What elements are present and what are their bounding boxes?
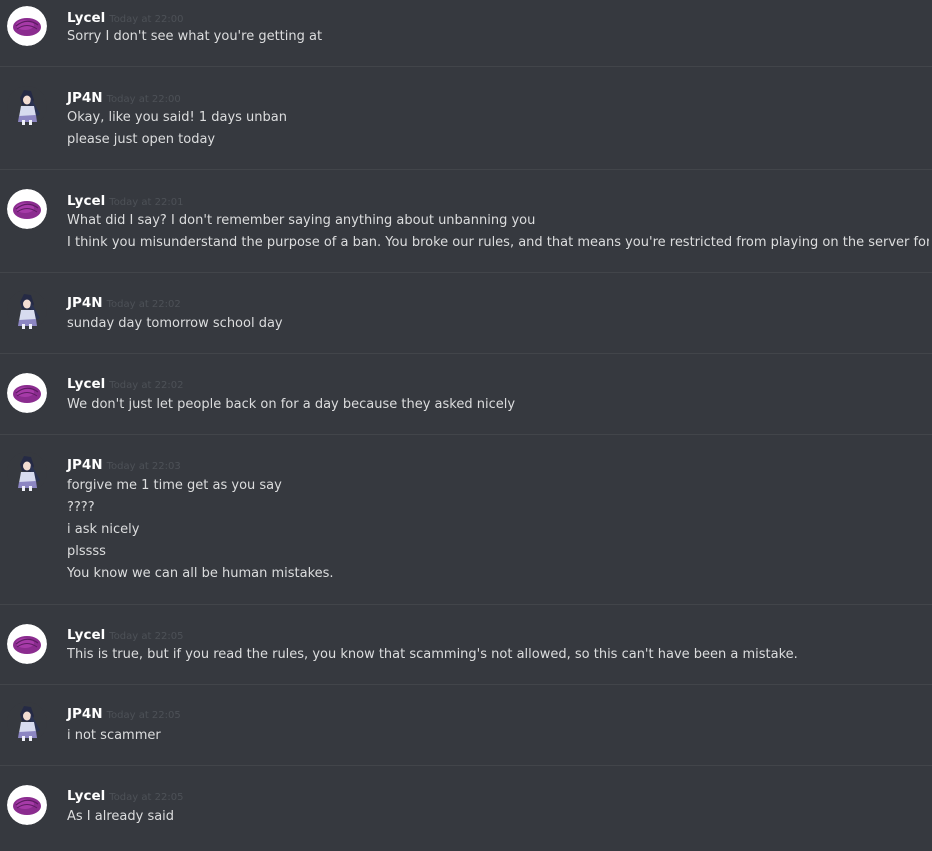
message-divider — [0, 272, 932, 273]
author-name[interactable]: Lycel — [67, 10, 105, 26]
message-content: This is true, but if you read the rules,… — [67, 644, 929, 666]
message-divider — [0, 169, 932, 170]
timestamp: Today at 22:02 — [106, 299, 181, 310]
message-line: forgive me 1 time get as you say — [67, 478, 282, 493]
timestamp: Today at 22:05 — [106, 710, 181, 721]
author-name[interactable]: Lycel — [67, 627, 105, 643]
author-name[interactable]: JP4N — [67, 295, 103, 311]
message-content: Okay, like you said! 1 days unban please… — [67, 107, 929, 151]
jp4n-avatar[interactable] — [7, 86, 47, 126]
timestamp: Today at 22:03 — [106, 461, 181, 472]
lycel-avatar[interactable] — [7, 373, 47, 413]
timestamp: Today at 22:00 — [109, 14, 184, 25]
message-line: We don't just let people back on for a d… — [67, 397, 516, 412]
author-name[interactable]: JP4N — [67, 457, 103, 473]
message-line: ???? — [67, 500, 95, 515]
message-content: forgive me 1 time get as you say ???? i … — [67, 475, 929, 585]
message-line: i ask nicely — [67, 522, 140, 537]
timestamp: Today at 22:01 — [109, 197, 184, 208]
jp4n-avatar[interactable] — [7, 452, 47, 492]
timestamp: Today at 22:05 — [109, 792, 184, 803]
message-divider — [0, 66, 932, 67]
lycel-avatar[interactable] — [7, 189, 47, 229]
message-line: i not scammer — [67, 728, 161, 743]
jp4n-avatar[interactable] — [7, 290, 47, 330]
author-name[interactable]: Lycel — [67, 193, 105, 209]
chat-log: Lycel Today at 22:00 Sorry I don't see wh… — [0, 0, 932, 851]
jp4n-avatar[interactable] — [7, 702, 47, 742]
message-divider — [0, 684, 932, 685]
message-line: sunday day tomorrow school day — [67, 316, 283, 331]
message-line: plssss — [67, 544, 106, 559]
timestamp: Today at 22:05 — [109, 631, 184, 642]
message-line: As I already said — [67, 809, 175, 824]
lycel-avatar[interactable] — [7, 785, 47, 825]
message-divider — [0, 353, 932, 354]
message-content: sunday day tomorrow school day — [67, 313, 929, 335]
message-line: I think you misunderstand the purpose of… — [67, 235, 929, 250]
message-content: As I already said — [67, 806, 929, 828]
author-name[interactable]: JP4N — [67, 706, 103, 722]
message-content: We don't just let people back on for a d… — [67, 394, 929, 416]
message-content: i not scammer — [67, 725, 929, 747]
message-divider — [0, 765, 932, 766]
author-name[interactable]: Lycel — [67, 788, 105, 804]
message-line: please just open today — [67, 132, 216, 147]
message-content: What did I say? I don't remember saying … — [67, 210, 929, 254]
message-divider — [0, 434, 932, 435]
message-divider — [0, 604, 932, 605]
message-line: Okay, like you said! 1 days unban — [67, 110, 287, 125]
timestamp: Today at 22:02 — [109, 380, 184, 391]
lycel-avatar[interactable] — [7, 624, 47, 664]
message-line: What did I say? I don't remember saying … — [67, 213, 536, 228]
timestamp: Today at 22:00 — [106, 94, 181, 105]
message-line: Sorry I don't see what you're getting at — [67, 29, 323, 44]
lycel-avatar[interactable] — [7, 6, 47, 46]
author-name[interactable]: JP4N — [67, 90, 103, 106]
message-line: You know we can all be human mistakes. — [67, 566, 334, 581]
author-name[interactable]: Lycel — [67, 376, 105, 392]
message-line: This is true, but if you read the rules,… — [67, 647, 798, 662]
message-content: Sorry I don't see what you're getting at — [67, 26, 929, 48]
